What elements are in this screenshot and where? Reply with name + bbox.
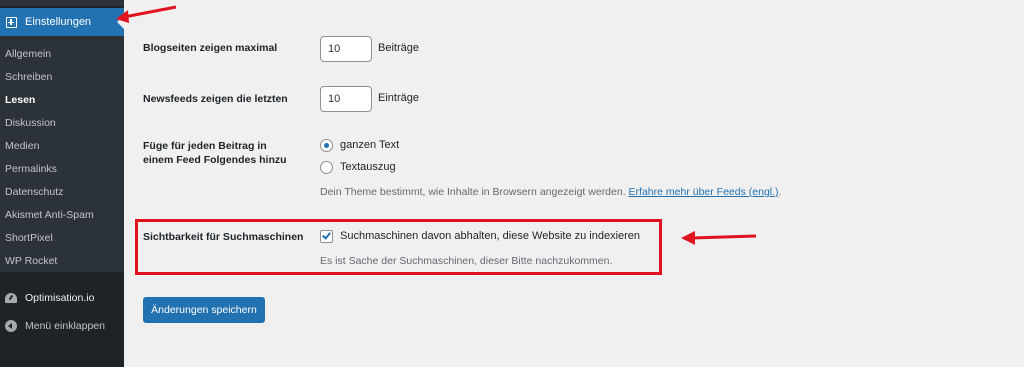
sidebar-item-optimisation-label: Optimisation.io: [25, 292, 95, 304]
feed-content-label-line2: einem Feed Folgendes hinzu: [143, 154, 287, 166]
feed-description: Dein Theme bestimmt, wie Inhalte in Brow…: [320, 186, 781, 198]
admin-sidebar: Einstellungen Allgemein Schreiben Lesen …: [0, 0, 124, 367]
submenu-item-general[interactable]: Allgemein: [0, 43, 124, 66]
submenu-item-discussion[interactable]: Diskussion: [0, 112, 124, 135]
blog-pages-input[interactable]: 10: [320, 36, 372, 62]
search-visibility-label: Sichtbarkeit für Suchmaschinen: [143, 231, 304, 243]
submenu-item-akismet[interactable]: Akismet Anti-Spam: [0, 204, 124, 227]
submenu-item-wp-rocket[interactable]: WP Rocket: [0, 250, 124, 273]
collapse-menu-label: Menü einklappen: [25, 320, 105, 332]
feed-description-suffix: .: [778, 186, 782, 198]
submenu-item-permalinks[interactable]: Permalinks: [0, 158, 124, 181]
annotation-arrow-visibility: [681, 231, 757, 245]
submenu-item-reading[interactable]: Lesen: [0, 89, 124, 112]
newsfeeds-unit: Einträge: [378, 92, 419, 104]
checkmark-icon: [322, 230, 331, 240]
sidebar-top-strip: [0, 0, 124, 6]
newsfeeds-input[interactable]: 10: [320, 86, 372, 112]
gauge-icon: [5, 292, 17, 304]
sidebar-item-settings[interactable]: Einstellungen: [0, 8, 124, 36]
settings-submenu: Allgemein Schreiben Lesen Diskussion Med…: [0, 36, 124, 272]
feed-full-text-label[interactable]: ganzen Text: [340, 139, 399, 151]
submenu-item-media[interactable]: Medien: [0, 135, 124, 158]
submenu-item-privacy[interactable]: Datenschutz: [0, 181, 124, 204]
sidebar-item-optimisation[interactable]: Optimisation.io: [0, 286, 124, 310]
annotation-arrow-settings: [116, 5, 177, 23]
feed-full-text-radio[interactable]: [320, 139, 333, 152]
blog-pages-unit: Beiträge: [378, 42, 419, 54]
settings-icon: [6, 16, 17, 28]
submenu-item-writing[interactable]: Schreiben: [0, 66, 124, 89]
feeds-learn-more-link[interactable]: Erfahre mehr über Feeds (engl.): [629, 186, 779, 198]
sidebar-item-settings-label: Einstellungen: [25, 16, 92, 28]
feed-excerpt-label[interactable]: Textauszug: [340, 161, 396, 173]
feed-description-text: Dein Theme bestimmt, wie Inhalte in Brow…: [320, 186, 626, 198]
submenu-item-shortpixel[interactable]: ShortPixel: [0, 227, 124, 250]
collapse-menu-button[interactable]: Menü einklappen: [0, 314, 124, 338]
discourage-search-label[interactable]: Suchmaschinen davon abhalten, diese Webs…: [340, 230, 640, 242]
feed-excerpt-radio[interactable]: [320, 161, 333, 174]
discourage-search-checkbox[interactable]: [320, 230, 333, 243]
newsfeeds-label: Newsfeeds zeigen die letzten: [143, 93, 288, 105]
blog-pages-label: Blogseiten zeigen maximal: [143, 42, 278, 54]
save-changes-button[interactable]: Änderungen speichern: [143, 297, 265, 323]
search-visibility-description: Es ist Sache der Suchmaschinen, dieser B…: [320, 255, 613, 267]
collapse-arrow-icon: [5, 320, 17, 332]
